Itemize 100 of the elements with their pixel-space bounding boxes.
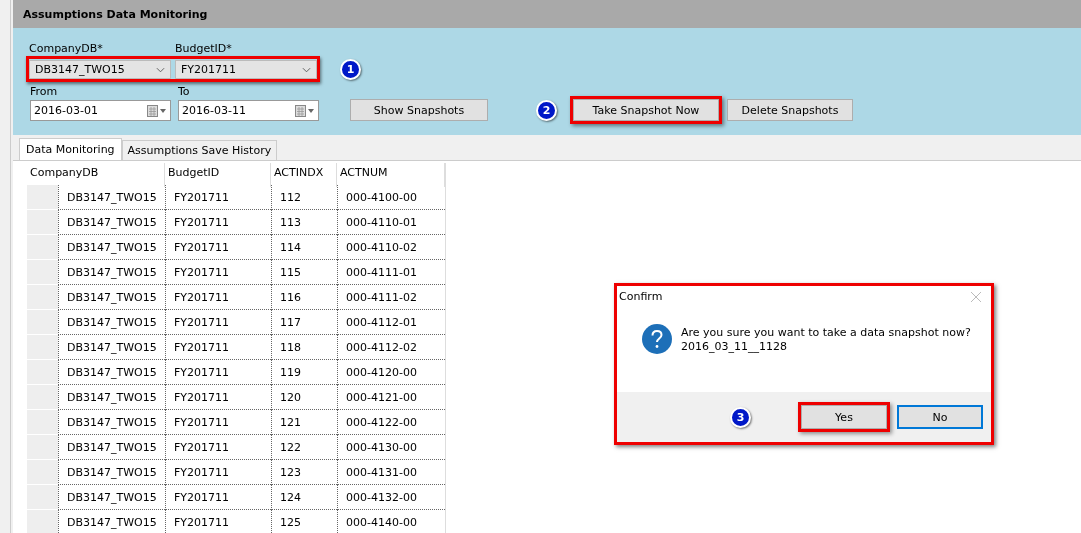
table-cell: 115 — [271, 260, 337, 285]
button[interactable]: Yes — [801, 405, 887, 429]
column-header[interactable]: ACTNUM — [337, 163, 445, 187]
table-cell: FY201711 — [165, 460, 271, 485]
dialog-title: Confirm — [619, 290, 663, 303]
table-cell: DB3147_TWO15 — [58, 335, 165, 360]
field-label: BudgetID* — [175, 42, 233, 55]
date-field[interactable]: 2016-03-11 — [178, 100, 319, 121]
table-cell: 000-4131-00 — [337, 460, 445, 485]
table-cell: 113 — [271, 210, 337, 235]
table-cell: 119 — [271, 360, 337, 385]
table-cell: DB3147_TWO15 — [58, 235, 165, 260]
table-cell: 000-4122-00 — [337, 410, 445, 435]
table-cell: 000-4111-01 — [337, 260, 445, 285]
step-badge: 3 — [730, 406, 751, 428]
row-header[interactable] — [27, 260, 58, 285]
row-header[interactable] — [27, 435, 58, 460]
table-cell: DB3147_TWO15 — [58, 360, 165, 385]
table-cell: DB3147_TWO15 — [58, 285, 165, 310]
row-header[interactable] — [27, 485, 58, 510]
window-title: Assumptions Data Monitoring — [23, 7, 208, 21]
tab[interactable]: Assumptions Save History — [121, 140, 278, 160]
table-cell: 117 — [271, 310, 337, 335]
table-cell: 125 — [271, 510, 337, 533]
table-cell: DB3147_TWO15 — [58, 185, 165, 210]
table-cell: DB3147_TWO15 — [58, 210, 165, 235]
row-header[interactable] — [27, 385, 58, 410]
table-cell: FY201711 — [165, 485, 271, 510]
step-badge: 1 — [340, 59, 361, 80]
table-cell: 112 — [271, 185, 337, 210]
table-cell: FY201711 — [165, 410, 271, 435]
step-badge: 2 — [536, 99, 557, 121]
table-cell: FY201711 — [165, 285, 271, 310]
row-header[interactable] — [27, 410, 58, 435]
field-label: CompanyDB* — [29, 42, 104, 55]
table-cell: 000-4110-01 — [337, 210, 445, 235]
table-cell: DB3147_TWO15 — [58, 460, 165, 485]
row-header[interactable] — [27, 285, 58, 310]
table-cell: DB3147_TWO15 — [58, 410, 165, 435]
question-icon — [641, 323, 673, 355]
field-label: From — [30, 85, 59, 98]
table-cell: 000-4111-02 — [337, 285, 445, 310]
table-cell: FY201711 — [165, 385, 271, 410]
row-header[interactable] — [27, 360, 58, 385]
table-cell: 122 — [271, 435, 337, 460]
chevron-icon — [302, 66, 311, 73]
dropdown[interactable]: DB3147_TWO15 — [29, 60, 171, 79]
table-cell: FY201711 — [165, 260, 271, 285]
table-cell: 123 — [271, 460, 337, 485]
chevron-icon — [156, 66, 165, 73]
table-cell: DB3147_TWO15 — [58, 435, 165, 460]
tab[interactable]: Data Monitoring — [19, 138, 122, 160]
table-cell: 000-4100-00 — [337, 185, 445, 210]
column-header[interactable]: BudgetID — [165, 163, 271, 187]
field-label: To — [178, 85, 191, 98]
table-cell: DB3147_TWO15 — [58, 385, 165, 410]
row-header[interactable] — [27, 335, 58, 360]
table-cell: FY201711 — [165, 235, 271, 260]
button[interactable]: No — [897, 405, 983, 429]
column-header[interactable]: ACTINDX — [271, 163, 337, 187]
row-header[interactable] — [27, 460, 58, 485]
row-header[interactable] — [27, 510, 58, 533]
row-header[interactable] — [27, 235, 58, 260]
table-cell: FY201711 — [165, 510, 271, 533]
dialog-message: Are you sure you want to take a data snapshot now? — [681, 326, 971, 340]
table-cell: 120 — [271, 385, 337, 410]
table-cell: DB3147_TWO15 — [58, 510, 165, 533]
table-cell: 000-4112-01 — [337, 310, 445, 335]
table-cell: FY201711 — [165, 210, 271, 235]
table-cell: 000-4140-00 — [337, 510, 445, 533]
table-cell: 124 — [271, 485, 337, 510]
table-cell: FY201711 — [165, 185, 271, 210]
table-cell: 000-4120-00 — [337, 360, 445, 385]
table-cell: 000-4110-02 — [337, 235, 445, 260]
table-cell: DB3147_TWO15 — [58, 260, 165, 285]
button[interactable]: Show Snapshots — [350, 99, 488, 121]
row-header[interactable] — [27, 310, 58, 335]
table-cell: FY201711 — [165, 335, 271, 360]
table-cell: FY201711 — [165, 435, 271, 460]
table-cell: 114 — [271, 235, 337, 260]
table-cell: DB3147_TWO15 — [58, 485, 165, 510]
snapshot-name: 2016_03_11__1128 — [681, 340, 788, 354]
table-cell: FY201711 — [165, 360, 271, 385]
close-icon[interactable] — [971, 291, 981, 302]
table-cell: FY201711 — [165, 310, 271, 335]
button[interactable]: Delete Snapshots — [727, 99, 853, 121]
button[interactable]: Take Snapshot Now — [573, 99, 719, 121]
row-header[interactable] — [27, 210, 58, 235]
table-cell: 000-4132-00 — [337, 485, 445, 510]
dropdown[interactable]: FY201711 — [175, 60, 317, 79]
table-cell: 121 — [271, 410, 337, 435]
table-cell: 000-4121-00 — [337, 385, 445, 410]
date-field[interactable]: 2016-03-01 — [30, 100, 171, 121]
table-cell: 000-4130-00 — [337, 435, 445, 460]
table-cell: DB3147_TWO15 — [58, 310, 165, 335]
table-cell: 000-4112-02 — [337, 335, 445, 360]
row-header[interactable] — [27, 185, 58, 210]
calendar-icon[interactable] — [295, 104, 315, 117]
calendar-icon[interactable] — [147, 104, 167, 117]
table-cell: 118 — [271, 335, 337, 360]
